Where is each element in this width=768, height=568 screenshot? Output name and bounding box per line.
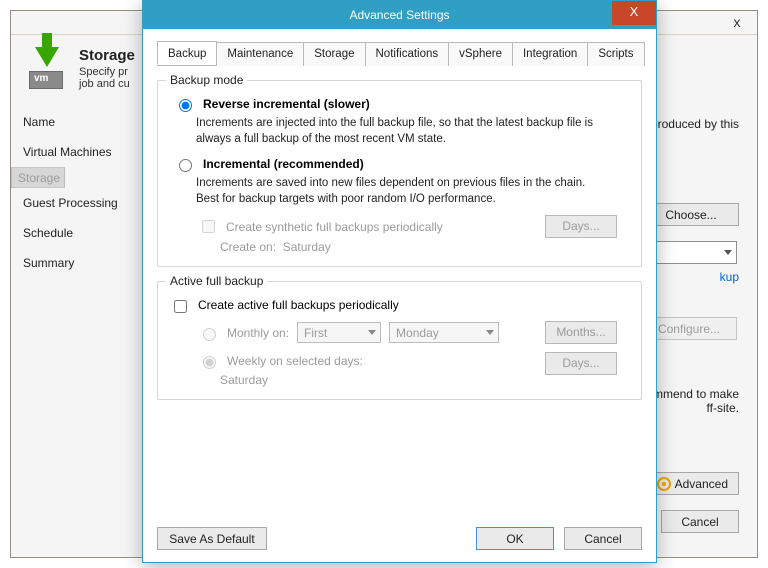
- reverse-incremental-option[interactable]: Reverse incremental (slower): [174, 97, 629, 112]
- create-on-label: Create on:: [220, 240, 276, 254]
- incremental-desc: Increments are saved into new files depe…: [196, 176, 596, 207]
- weekly-label: Weekly on selected days:: [227, 354, 363, 368]
- months-button: Months...: [545, 321, 617, 344]
- nav-name[interactable]: Name: [11, 107, 150, 137]
- advanced-button-label: Advanced: [675, 477, 728, 491]
- advanced-settings-dialog: Advanced Settings X Backup Maintenance S…: [142, 0, 657, 563]
- synthetic-days-button: Days...: [545, 215, 617, 238]
- wizard-subtitle: Specify pr: [71, 66, 135, 78]
- nav-schedule[interactable]: Schedule: [11, 218, 150, 248]
- reverse-incremental-label: Reverse incremental (slower): [203, 97, 370, 111]
- wizard-cancel-button[interactable]: Cancel: [661, 510, 739, 533]
- tab-backup[interactable]: Backup: [157, 41, 217, 65]
- backup-mode-group: Backup mode Reverse incremental (slower)…: [157, 80, 642, 267]
- nav-guest-processing[interactable]: Guest Processing: [11, 188, 150, 218]
- active-full-legend: Active full backup: [166, 274, 267, 288]
- incremental-radio[interactable]: [179, 159, 192, 172]
- chevron-down-icon: [368, 330, 376, 335]
- nav-virtual-machines[interactable]: Virtual Machines: [11, 137, 150, 167]
- tab-integration[interactable]: Integration: [512, 42, 588, 66]
- dialog-close-button[interactable]: X: [612, 1, 656, 25]
- monthly-radio: [203, 328, 216, 341]
- reverse-incremental-desc: Increments are injected into the full ba…: [196, 116, 596, 147]
- monthly-label: Monthly on:: [227, 326, 289, 340]
- tab-storage[interactable]: Storage: [303, 42, 365, 66]
- monthly-day-value: Monday: [396, 326, 439, 340]
- monthly-ordinal-value: First: [304, 326, 327, 340]
- weekly-value: Saturday: [220, 373, 629, 387]
- nav-storage[interactable]: Storage: [11, 167, 65, 188]
- advanced-button[interactable]: Advanced: [646, 472, 739, 495]
- create-active-full-checkbox[interactable]: [174, 300, 187, 313]
- synthetic-label: Create synthetic full backups periodical…: [226, 220, 443, 234]
- chevron-down-icon: [486, 330, 494, 335]
- wizard-title: Storage: [71, 47, 135, 64]
- reverse-incremental-radio[interactable]: [179, 99, 192, 112]
- incremental-option[interactable]: Incremental (recommended): [174, 157, 629, 172]
- ok-button[interactable]: OK: [476, 527, 554, 550]
- dialog-title: Advanced Settings: [349, 8, 449, 22]
- weekly-radio: [203, 356, 216, 369]
- create-active-full-row[interactable]: Create active full backups periodically: [170, 298, 629, 316]
- wizard-subtitle-2: job and cu: [71, 78, 135, 90]
- create-active-full-label: Create active full backups periodically: [198, 298, 399, 312]
- dialog-titlebar: Advanced Settings X: [143, 1, 656, 29]
- incremental-label: Incremental (recommended): [203, 157, 364, 171]
- choose-button[interactable]: Choose...: [643, 203, 739, 226]
- dialog-footer: Save As Default OK Cancel: [157, 527, 642, 550]
- gear-icon: [657, 477, 671, 491]
- tab-notifications[interactable]: Notifications: [365, 42, 450, 66]
- dialog-tabs: Backup Maintenance Storage Notifications…: [157, 41, 642, 66]
- nav-summary[interactable]: Summary: [11, 248, 150, 278]
- weekly-days-button: Days...: [545, 352, 617, 375]
- backup-mode-legend: Backup mode: [166, 73, 247, 87]
- active-full-group: Active full backup Create active full ba…: [157, 281, 642, 400]
- wizard-nav: Name Virtual Machines Storage Guest Proc…: [11, 107, 151, 543]
- monthly-day-select: Monday: [389, 322, 499, 343]
- tab-vsphere[interactable]: vSphere: [448, 42, 513, 66]
- tab-maintenance[interactable]: Maintenance: [216, 42, 304, 66]
- chevron-down-icon: [724, 250, 732, 255]
- wizard-close-button[interactable]: x: [717, 11, 757, 35]
- create-on-value: Saturday: [283, 240, 331, 254]
- close-icon: X: [630, 4, 639, 19]
- save-as-default-button[interactable]: Save As Default: [157, 527, 267, 550]
- storage-icon: [25, 47, 71, 93]
- synthetic-checkbox: [202, 220, 215, 233]
- monthly-ordinal-select: First: [297, 322, 381, 343]
- close-icon: x: [734, 14, 741, 30]
- cancel-button[interactable]: Cancel: [564, 527, 642, 550]
- tab-scripts[interactable]: Scripts: [587, 42, 644, 66]
